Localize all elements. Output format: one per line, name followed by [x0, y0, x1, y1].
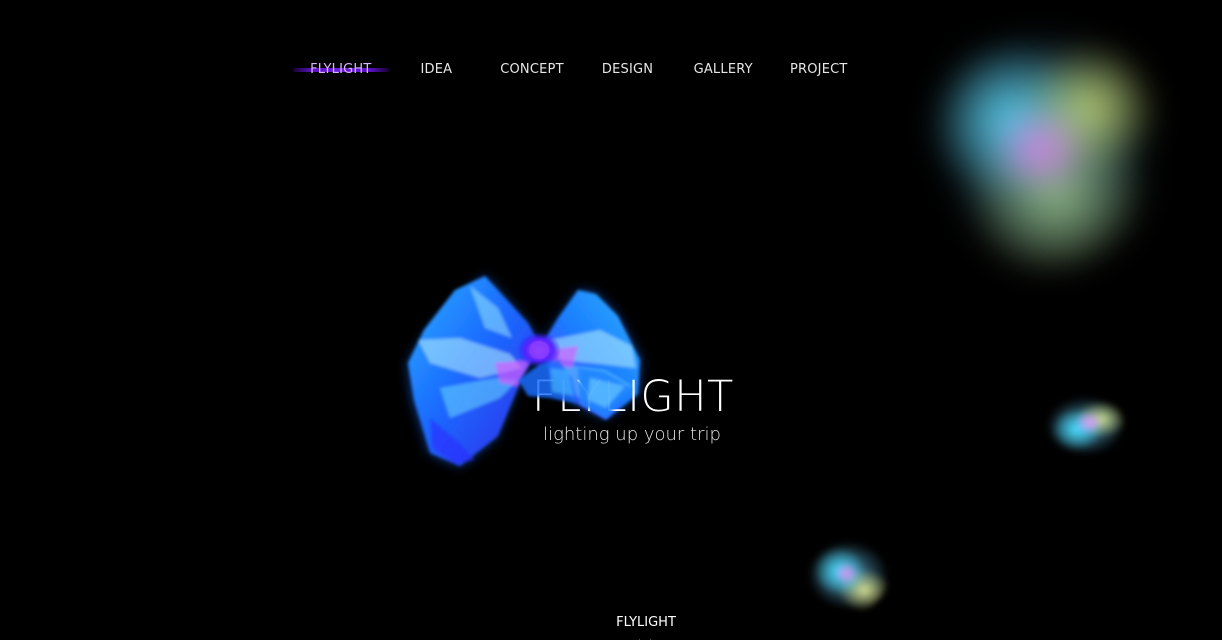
- nav-item-label: IDEA: [420, 61, 453, 77]
- nav-item-flylight[interactable]: FLYLIGHT: [293, 62, 389, 77]
- main-nav: FLYLIGHT IDEA CONCEPT DESIGN GALLERY PRO…: [293, 58, 867, 80]
- nav-item-label: PROJECT: [789, 61, 848, 77]
- page: FLYLIGHT IDEA CONCEPT DESIGN GALLERY PRO…: [0, 0, 1222, 640]
- light-orb: [1045, 393, 1125, 459]
- hero-tagline: lighting up your trip: [543, 424, 721, 445]
- blurred-light-orb: [930, 20, 1160, 270]
- nav-item-label: DESIGN: [601, 61, 654, 77]
- nav-item-idea[interactable]: IDEA: [389, 62, 485, 77]
- nav-item-project[interactable]: PROJECT: [771, 62, 867, 77]
- footer-label: FLYLIGHT: [616, 615, 676, 630]
- nav-item-design[interactable]: DESIGN: [580, 62, 676, 77]
- nav-item-concept[interactable]: CONCEPT: [484, 62, 580, 77]
- nav-item-gallery[interactable]: GALLERY: [675, 62, 771, 77]
- nav-item-label: GALLERY: [693, 61, 753, 77]
- light-orb: [807, 537, 889, 613]
- hero-title: FLYLIGHT: [532, 372, 734, 422]
- nav-item-label: CONCEPT: [500, 61, 564, 77]
- chevron-down-icon[interactable]: [637, 633, 653, 640]
- nav-item-label: FLYLIGHT: [310, 61, 372, 77]
